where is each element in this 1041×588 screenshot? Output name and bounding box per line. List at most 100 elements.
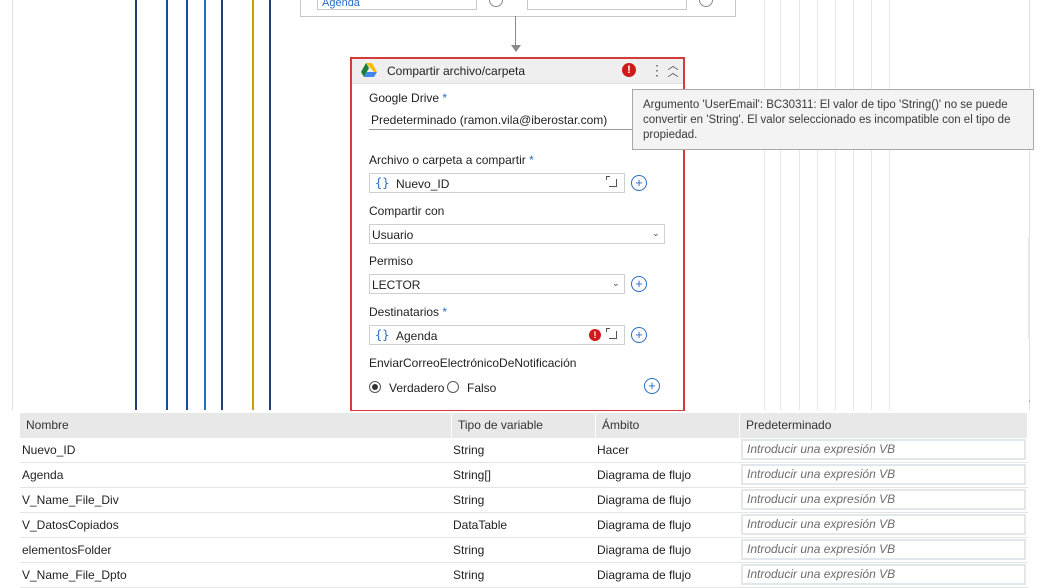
table-row[interactable]: elementosFolder String Diagrama de flujo… xyxy=(20,538,1028,563)
canvas-border-right xyxy=(1029,0,1030,410)
add-plus-icon[interactable]: + xyxy=(644,378,660,394)
flow-line xyxy=(269,0,271,410)
collapse-icon[interactable]: ︿ ︿ xyxy=(667,61,679,79)
flow-line xyxy=(817,0,818,410)
variable-name[interactable]: V_Name_File_Dpto xyxy=(22,563,127,587)
flow-line xyxy=(204,0,206,410)
recipients-label: Destinatarios * xyxy=(369,305,448,319)
variable-scope[interactable]: Diagrama de flujo xyxy=(597,563,691,587)
flow-line xyxy=(166,0,168,410)
add-plus-icon[interactable]: + xyxy=(631,175,647,191)
prev-field-2[interactable] xyxy=(527,0,687,10)
flow-connector xyxy=(515,16,516,46)
flow-line xyxy=(135,0,137,410)
variable-type[interactable]: String xyxy=(453,488,484,512)
permission-value: LECTOR xyxy=(372,278,421,292)
file-value: Nuevo_ID xyxy=(396,177,450,191)
share-with-label: Compartir con xyxy=(369,204,445,218)
column-header-name[interactable]: Nombre xyxy=(20,413,452,438)
radio-true[interactable] xyxy=(369,381,381,393)
prev-plus-button[interactable] xyxy=(489,0,503,7)
flow-line xyxy=(186,0,188,410)
chevron-down-icon: ⌄ xyxy=(652,228,660,238)
expression-icon: {} xyxy=(375,176,390,190)
recipients-value: Agenda xyxy=(396,329,438,343)
prev-field-value: Agenda xyxy=(322,0,360,9)
google-drive-icon xyxy=(361,63,377,77)
file-input[interactable]: {} Nuevo_ID xyxy=(369,173,625,193)
variable-scope[interactable]: Diagrama de flujo xyxy=(597,488,691,512)
share-with-value: Usuario xyxy=(372,228,414,242)
permission-label: Permiso xyxy=(369,254,414,268)
file-label: Archivo o carpeta a compartir * xyxy=(369,153,534,167)
permission-select[interactable]: LECTOR ⌄ xyxy=(369,274,625,294)
prev-plus-button-2[interactable] xyxy=(699,0,713,7)
add-plus-icon[interactable]: + xyxy=(631,327,647,343)
variable-scope[interactable]: Diagrama de flujo xyxy=(597,538,691,562)
column-header-default[interactable]: Predeterminado xyxy=(740,413,1028,438)
radio-false-label: Falso xyxy=(467,381,497,395)
more-options-icon[interactable]: ⋮ xyxy=(650,62,664,78)
flow-line xyxy=(889,0,890,410)
recipients-input[interactable]: {} Agenda ! xyxy=(369,325,625,345)
expression-icon: {} xyxy=(375,328,390,342)
add-plus-icon[interactable]: + xyxy=(631,276,647,292)
flow-line xyxy=(764,0,765,410)
chevron-down-icon: ⌄ xyxy=(612,278,620,288)
variable-type[interactable]: String[] xyxy=(453,463,491,487)
flow-line xyxy=(871,0,872,410)
variable-name[interactable]: V_DatosCopiados xyxy=(22,513,119,537)
default-value-input[interactable]: Introducir una expresión VB xyxy=(741,489,1026,510)
default-value-input[interactable]: Introducir una expresión VB xyxy=(741,514,1026,535)
notify-label: EnviarCorreoElectrónicoDeNotificación xyxy=(369,356,577,370)
variable-name[interactable]: elementosFolder xyxy=(22,538,111,562)
column-header-type[interactable]: Tipo de variable xyxy=(452,413,596,438)
radio-false[interactable] xyxy=(447,381,459,393)
field-error-icon[interactable]: ! xyxy=(589,329,601,341)
table-row[interactable]: Nuevo_ID String Hacer Introducir una exp… xyxy=(20,438,1028,463)
table-row[interactable]: V_DatosCopiados DataTable Diagrama de fl… xyxy=(20,513,1028,538)
default-value-input[interactable]: Introducir una expresión VB xyxy=(741,439,1026,460)
variable-type[interactable]: String xyxy=(453,538,484,562)
scroll-down-icon[interactable]: ⌄ xyxy=(1027,395,1030,406)
flow-line xyxy=(835,0,836,410)
error-icon[interactable]: ! xyxy=(622,63,636,77)
column-header-scope[interactable]: Ámbito xyxy=(596,413,740,438)
variables-table[interactable]: Nombre Tipo de variable Ámbito Predeterm… xyxy=(20,413,1028,588)
activity-title: Compartir archivo/carpeta xyxy=(387,64,526,78)
expand-editor-icon[interactable] xyxy=(606,328,617,339)
default-value-input[interactable]: Introducir una expresión VB xyxy=(741,539,1026,560)
previous-activity[interactable]: Agenda xyxy=(300,0,736,17)
variable-name[interactable]: Agenda xyxy=(22,463,63,487)
expand-editor-icon[interactable] xyxy=(606,176,617,187)
variable-scope[interactable]: Hacer xyxy=(597,438,629,462)
variable-type[interactable]: DataTable xyxy=(453,513,507,537)
variable-scope[interactable]: Diagrama de flujo xyxy=(597,513,691,537)
connector-arrow-icon xyxy=(511,45,521,52)
canvas-border-left xyxy=(12,0,13,410)
variable-name[interactable]: V_Name_File_Div xyxy=(22,488,119,512)
variable-type[interactable]: String xyxy=(453,563,484,587)
table-row[interactable]: V_Name_File_Dpto String Diagrama de fluj… xyxy=(20,563,1028,588)
table-row[interactable]: V_Name_File_Div String Diagrama de flujo… xyxy=(20,488,1028,513)
radio-true-label: Verdadero xyxy=(389,381,445,395)
designer-canvas[interactable]: Agenda Compartir archivo/carpeta ! ⋮ ︿ ︿ … xyxy=(12,0,1030,411)
vertical-scrollbar-thumb[interactable] xyxy=(1028,238,1030,338)
flow-line xyxy=(780,0,781,410)
variable-name[interactable]: Nuevo_ID xyxy=(22,438,75,462)
table-row[interactable]: Agenda String[] Diagrama de flujo Introd… xyxy=(20,463,1028,488)
default-value-input[interactable]: Introducir una expresión VB xyxy=(741,564,1026,585)
flow-line xyxy=(252,0,254,410)
share-with-select[interactable]: Usuario ⌄ xyxy=(369,224,665,244)
prev-field-1[interactable]: Agenda xyxy=(317,0,477,10)
variable-scope[interactable]: Diagrama de flujo xyxy=(597,463,691,487)
flow-line xyxy=(853,0,854,410)
flow-line xyxy=(221,0,223,410)
default-value-input[interactable]: Introducir una expresión VB xyxy=(741,464,1026,485)
error-tooltip: Argumento 'UserEmail': BC30311: El valor… xyxy=(632,89,1034,150)
flow-line xyxy=(799,0,800,410)
google-drive-select[interactable]: Predeterminado (ramon.vila@iberostar.com… xyxy=(369,110,665,130)
activity-header[interactable]: Compartir archivo/carpeta ! ⋮ ︿ ︿ xyxy=(352,59,683,84)
variable-type[interactable]: String xyxy=(453,438,484,462)
google-drive-value: Predeterminado (ramon.vila@iberostar.com… xyxy=(371,113,608,127)
